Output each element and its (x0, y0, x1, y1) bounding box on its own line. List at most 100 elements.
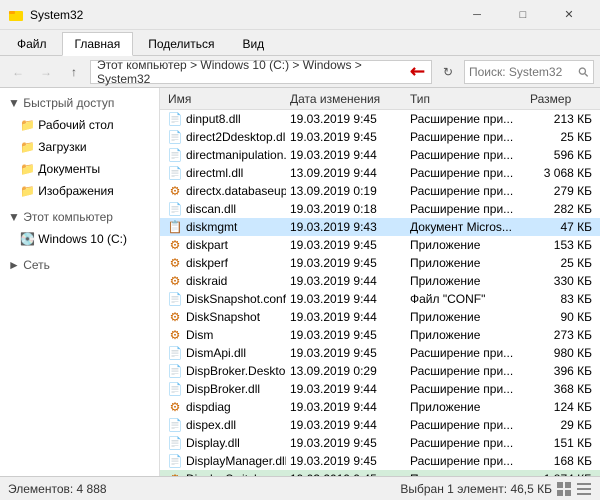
file-modified: 19.03.2019 9:45 (286, 130, 406, 144)
file-list-header: Имя Дата изменения Тип Размер (160, 88, 600, 110)
nav-desktop[interactable]: 📁 Рабочий стол (0, 114, 159, 136)
tab-home[interactable]: Главная (62, 32, 134, 56)
table-row[interactable]: 📄 direct2Ddesktop.dll 19.03.2019 9:45 Ра… (160, 128, 600, 146)
table-row[interactable]: 📄 DiskSnapshot.conf 19.03.2019 9:44 Файл… (160, 290, 600, 308)
file-size: 282 КБ (526, 202, 596, 216)
table-row[interactable]: 📄 DismApi.dll 19.03.2019 9:45 Расширение… (160, 344, 600, 362)
file-name: ⚙ directx.databaseupdater (164, 184, 286, 198)
main-area: ▼ Быстрый доступ 📁 Рабочий стол 📁 Загруз… (0, 88, 600, 476)
refresh-button[interactable]: ↻ (436, 60, 460, 84)
file-type: Расширение при... (406, 184, 526, 198)
breadcrumb-path: Этот компьютер > Windows 10 (C:) > Windo… (97, 58, 404, 86)
file-type: Приложение (406, 310, 526, 324)
file-name: 📄 discan.dll (164, 202, 286, 216)
file-modified: 19.03.2019 9:45 (286, 256, 406, 270)
table-row[interactable]: ⚙ diskperf 19.03.2019 9:45 Приложение 25… (160, 254, 600, 272)
file-name: 📄 directmanipulation.dll (164, 148, 286, 162)
file-type: Приложение (406, 274, 526, 288)
file-size: 368 КБ (526, 382, 596, 396)
table-row[interactable]: 📄 dispex.dll 19.03.2019 9:44 Расширение … (160, 416, 600, 434)
back-button[interactable]: ← (6, 60, 30, 84)
nav-network[interactable]: ► Сеть (0, 254, 159, 276)
file-modified: 13.09.2019 9:44 (286, 166, 406, 180)
view-icon[interactable] (556, 481, 572, 497)
breadcrumb[interactable]: Этот компьютер > Windows 10 (C:) > Windo… (90, 60, 432, 84)
header-modified[interactable]: Дата изменения (286, 92, 406, 106)
table-row[interactable]: 📄 DisplayManager.dll 19.03.2019 9:45 Рас… (160, 452, 600, 470)
table-row[interactable]: 📄 DispBroker.Desktop.dll 13.09.2019 0:29… (160, 362, 600, 380)
table-row[interactable]: ⚙ DiskSnapshot 19.03.2019 9:44 Приложени… (160, 308, 600, 326)
file-size: 151 КБ (526, 436, 596, 450)
file-type: Приложение (406, 328, 526, 342)
file-name: 📄 direct2Ddesktop.dll (164, 130, 286, 144)
tab-file[interactable]: Файл (4, 32, 60, 55)
search-input[interactable] (469, 65, 574, 79)
file-name: 📄 directml.dll (164, 166, 286, 180)
file-modified: 19.03.2019 9:43 (286, 220, 406, 234)
file-icon: ⚙ (168, 400, 182, 414)
file-name: ⚙ Dism (164, 328, 286, 342)
table-row[interactable]: 📄 directml.dll 13.09.2019 9:44 Расширени… (160, 164, 600, 182)
minimize-button[interactable]: ─ (454, 0, 500, 30)
file-type: Приложение (406, 400, 526, 414)
table-row[interactable]: ⚙ directx.databaseupdater 13.09.2019 0:1… (160, 182, 600, 200)
table-row[interactable]: ⚙ dispdiag 19.03.2019 9:44 Приложение 12… (160, 398, 600, 416)
file-modified: 19.03.2019 9:45 (286, 328, 406, 342)
details-icon[interactable] (576, 481, 592, 497)
file-size: 25 КБ (526, 256, 596, 270)
table-row[interactable]: 📄 dinput8.dll 19.03.2019 9:45 Расширение… (160, 110, 600, 128)
file-modified: 19.03.2019 9:44 (286, 310, 406, 324)
file-icon: 📄 (168, 418, 182, 432)
file-name: 📄 DispBroker.Desktop.dll (164, 364, 286, 378)
nav-win10[interactable]: 💽 Windows 10 (C:) (0, 228, 159, 250)
title-bar: System32 ─ □ ✕ (0, 0, 600, 30)
file-modified: 19.03.2019 9:44 (286, 382, 406, 396)
up-button[interactable]: ↑ (62, 60, 86, 84)
folder-icon (8, 7, 24, 23)
nav-this-pc[interactable]: ▼ Этот компьютер (0, 206, 159, 228)
nav-pics[interactable]: 📁 Изображения (0, 180, 159, 202)
table-row[interactable]: 📄 discan.dll 19.03.2019 0:18 Расширение … (160, 200, 600, 218)
file-size: 396 КБ (526, 364, 596, 378)
tab-view[interactable]: Вид (229, 32, 277, 55)
file-icon: 📄 (168, 346, 182, 360)
table-row[interactable]: ⚙ diskraid 19.03.2019 9:44 Приложение 33… (160, 272, 600, 290)
file-size: 980 КБ (526, 346, 596, 360)
table-row[interactable]: 📄 Display.dll 19.03.2019 9:45 Расширение… (160, 434, 600, 452)
table-row[interactable]: ⚙ Dism 19.03.2019 9:45 Приложение 273 КБ (160, 326, 600, 344)
forward-button[interactable]: → (34, 60, 58, 84)
file-list: 📄 dinput8.dll 19.03.2019 9:45 Расширение… (160, 110, 600, 476)
table-row[interactable]: 📄 DispBroker.dll 19.03.2019 9:44 Расшире… (160, 380, 600, 398)
maximize-button[interactable]: □ (500, 0, 546, 30)
header-type[interactable]: Тип (406, 92, 526, 106)
file-size: 83 КБ (526, 292, 596, 306)
header-size[interactable]: Размер (526, 92, 596, 106)
file-modified: 19.03.2019 0:18 (286, 202, 406, 216)
file-type: Расширение при... (406, 382, 526, 396)
table-row[interactable]: 📋 diskmgmt 19.03.2019 9:43 Документ Micr… (160, 218, 600, 236)
file-icon: ⚙ (168, 310, 182, 324)
header-name[interactable]: Имя (164, 92, 286, 106)
close-button[interactable]: ✕ (546, 0, 592, 30)
file-modified: 19.03.2019 9:45 (286, 112, 406, 126)
file-icon: 📄 (168, 130, 182, 144)
nav-docs[interactable]: 📁 Документы (0, 158, 159, 180)
file-icon: 📄 (168, 436, 182, 450)
file-modified: 19.03.2019 9:45 (286, 436, 406, 450)
nav-pane: ▼ Быстрый доступ 📁 Рабочий стол 📁 Загруз… (0, 88, 160, 476)
file-size: 90 КБ (526, 310, 596, 324)
tab-share[interactable]: Поделиться (135, 32, 227, 55)
file-name: 📄 Display.dll (164, 436, 286, 450)
breadcrumb-arrow: ↖ (405, 59, 431, 85)
file-type: Расширение при... (406, 454, 526, 468)
file-size: 330 КБ (526, 274, 596, 288)
nav-downloads[interactable]: 📁 Загрузки (0, 136, 159, 158)
file-icon: ⚙ (168, 274, 182, 288)
table-row[interactable]: ⚙ diskpart 19.03.2019 9:45 Приложение 15… (160, 236, 600, 254)
file-name: 📄 DisplayManager.dll (164, 454, 286, 468)
table-row[interactable]: 📄 directmanipulation.dll 19.03.2019 9:44… (160, 146, 600, 164)
nav-quick-access[interactable]: ▼ Быстрый доступ (0, 92, 159, 114)
window-title: System32 (30, 8, 83, 22)
file-icon: 📄 (168, 112, 182, 126)
file-name: ⚙ diskpart (164, 238, 286, 252)
